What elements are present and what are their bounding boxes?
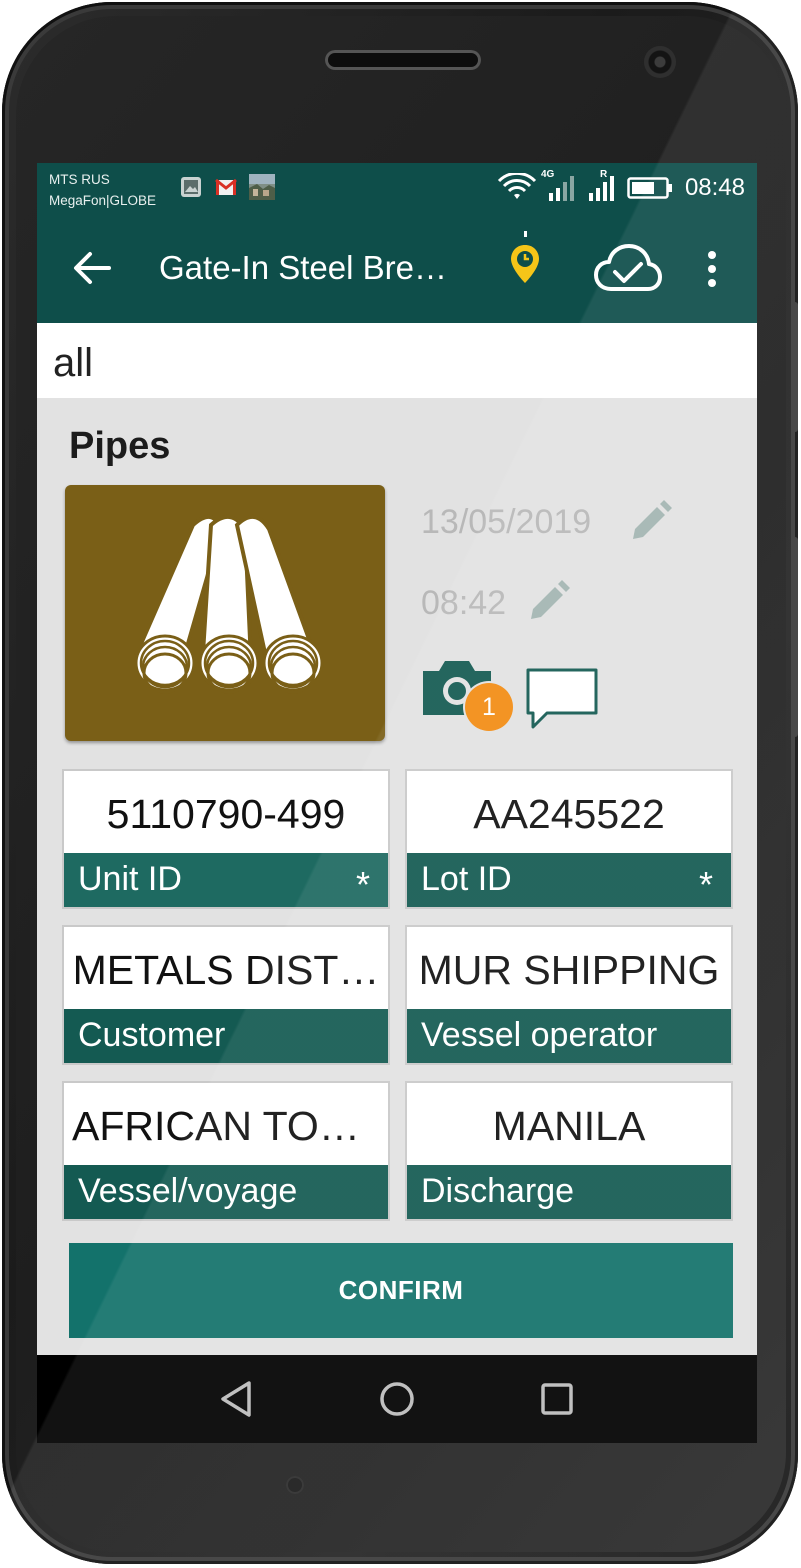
pipes-icon bbox=[134, 515, 324, 694]
network-type-2: R bbox=[599, 169, 608, 180]
gallery-icon bbox=[181, 177, 201, 197]
customer-field[interactable]: METALS DIST… Customer bbox=[62, 925, 390, 1065]
comment-icon[interactable] bbox=[525, 667, 599, 731]
unit-id-field[interactable]: 5110790-499 Unit ID * bbox=[62, 769, 390, 909]
filter-value: all bbox=[53, 341, 94, 385]
vessel-voyage-field[interactable]: AFRICAN TOU… Vessel/voyage bbox=[62, 1081, 390, 1221]
lot-id-field[interactable]: AA245522 Lot ID * bbox=[405, 769, 733, 909]
page-title: Gate-In Steel Bre… bbox=[159, 249, 447, 286]
signal-1-icon: 4G bbox=[541, 169, 579, 203]
nav-back-icon[interactable] bbox=[215, 1377, 259, 1421]
carrier-name-2: MegaFon|GLOBE bbox=[49, 193, 157, 208]
edit-time-icon[interactable] bbox=[527, 579, 571, 623]
discharge-label: Discharge bbox=[407, 1165, 731, 1219]
photo-count-badge: 1 bbox=[465, 683, 513, 731]
app-bar: Gate-In Steel Bre… bbox=[37, 213, 757, 323]
time-value: 08:42 bbox=[421, 584, 507, 622]
status-bar: MTS RUS MegaFon|GLOBE 4G R 08:48 bbox=[37, 163, 757, 213]
screen: MTS RUS MegaFon|GLOBE 4G R 08:48 Gate-In… bbox=[37, 163, 757, 1443]
photo-thumbnail-icon bbox=[249, 174, 275, 200]
vessel-operator-value: MUR SHIPPING bbox=[418, 947, 720, 993]
edit-date-icon[interactable] bbox=[629, 499, 673, 543]
carrier-name-1: MTS RUS bbox=[49, 172, 110, 187]
vessel-operator-field[interactable]: MUR SHIPPING Vessel operator bbox=[405, 925, 733, 1065]
discharge-value: MANILA bbox=[492, 1103, 646, 1149]
lot-id-label: Lot ID * bbox=[407, 853, 731, 907]
signal-2-icon: R bbox=[585, 169, 621, 203]
filter-field[interactable]: all bbox=[37, 323, 757, 398]
date-value: 13/05/2019 bbox=[421, 503, 592, 541]
pipes-image bbox=[65, 485, 385, 741]
unit-id-label: Unit ID * bbox=[64, 853, 388, 907]
lot-id-label-text: Lot ID bbox=[421, 860, 512, 898]
gmail-icon bbox=[215, 178, 237, 195]
navigation-bar bbox=[37, 1355, 757, 1443]
customer-value: METALS DIST… bbox=[72, 947, 380, 993]
nav-recents-icon[interactable] bbox=[535, 1377, 579, 1421]
cloud-sync-icon[interactable] bbox=[593, 241, 663, 297]
network-type-1: 4G bbox=[540, 169, 555, 180]
required-mark: * bbox=[355, 864, 370, 905]
system-indicators: 4G R 08:48 bbox=[497, 169, 745, 203]
vessel-voyage-label: Vessel/voyage bbox=[64, 1165, 388, 1219]
lot-id-value: AA245522 bbox=[473, 791, 665, 837]
power-button bbox=[792, 537, 798, 737]
item-title: Pipes bbox=[69, 425, 171, 467]
vessel-operator-label: Vessel operator bbox=[407, 1009, 731, 1063]
wifi-icon bbox=[497, 173, 537, 199]
discharge-field[interactable]: MANILA Discharge bbox=[405, 1081, 733, 1221]
status-clock: 08:48 bbox=[684, 174, 745, 201]
location-clock-icon[interactable] bbox=[507, 231, 543, 301]
nav-home-icon[interactable] bbox=[375, 1377, 419, 1421]
vessel-voyage-value: AFRICAN TOU… bbox=[72, 1103, 388, 1149]
microphone bbox=[286, 1476, 304, 1494]
earpiece-speaker bbox=[325, 50, 481, 70]
battery-icon bbox=[627, 177, 672, 199]
more-vert-icon[interactable] bbox=[697, 249, 727, 289]
volume-button bbox=[792, 302, 798, 432]
back-arrow-icon[interactable] bbox=[71, 248, 113, 288]
carrier-info: MTS RUS MegaFon|GLOBE bbox=[49, 169, 156, 211]
customer-label: Customer bbox=[64, 1009, 388, 1063]
unit-id-value: 5110790-499 bbox=[106, 791, 346, 837]
confirm-button[interactable]: CONFIRM bbox=[69, 1243, 733, 1338]
unit-id-label-text: Unit ID bbox=[78, 860, 182, 898]
front-camera bbox=[644, 46, 676, 78]
required-mark: * bbox=[698, 864, 713, 905]
